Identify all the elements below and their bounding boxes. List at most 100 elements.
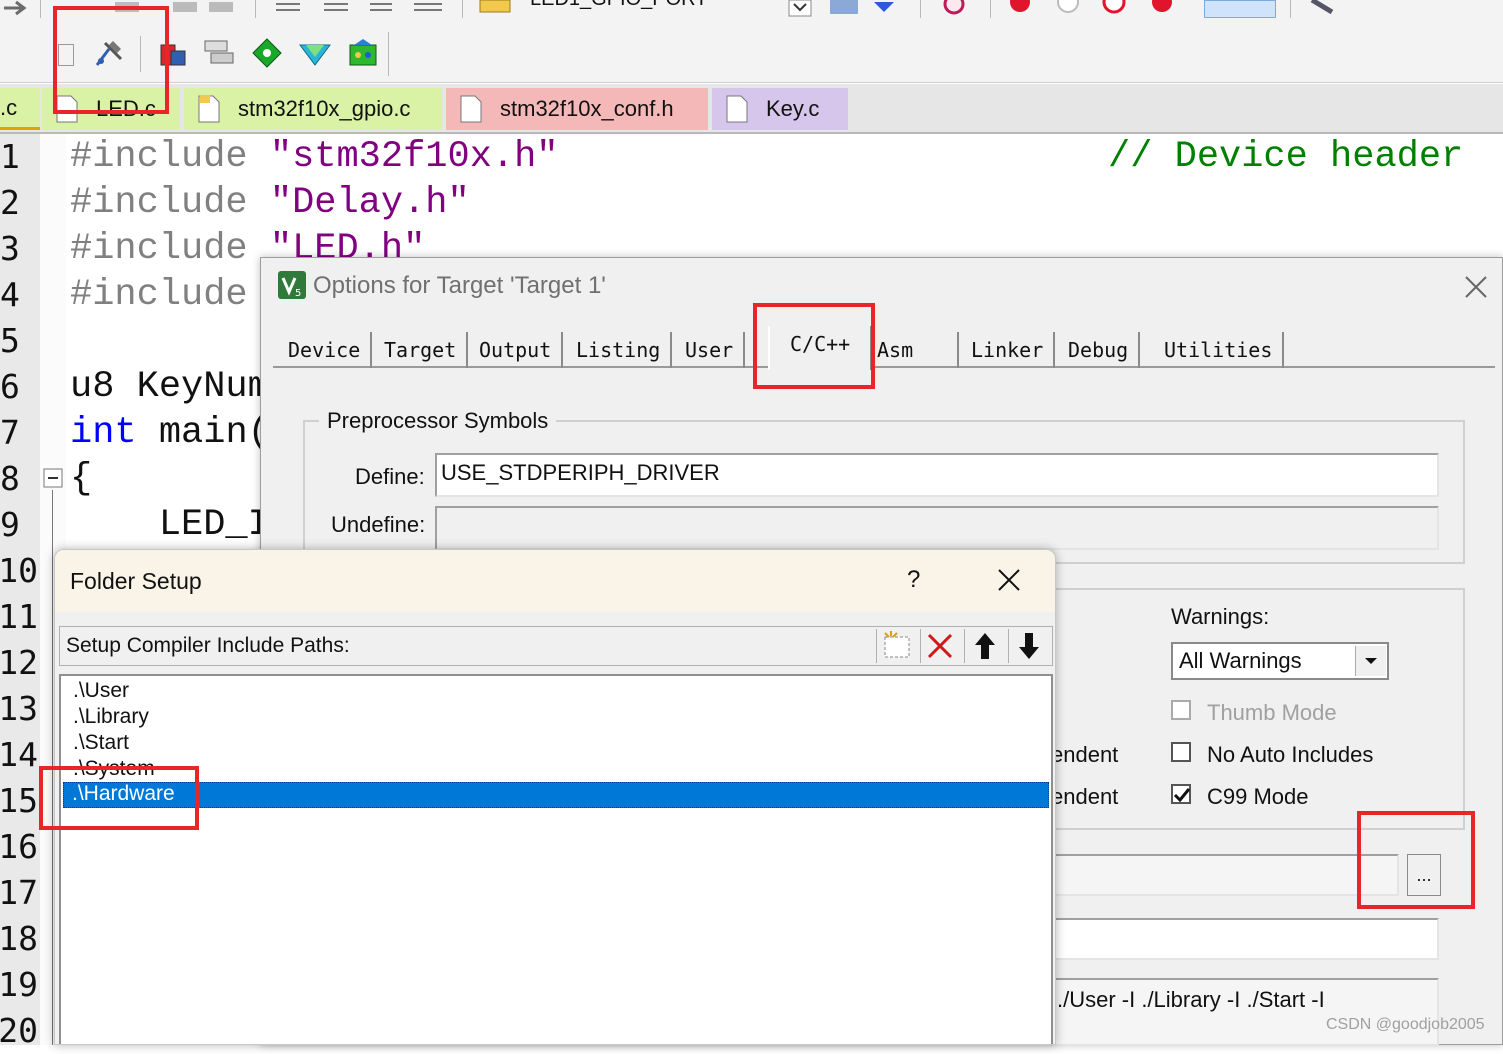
line-number: 11 bbox=[0, 597, 38, 636]
line-number: 9 bbox=[0, 505, 20, 544]
thumb-mode-label: Thumb Mode bbox=[1207, 700, 1337, 725]
string-token: "Delay.h" bbox=[269, 182, 470, 224]
c99-mode-checkbox[interactable] bbox=[1171, 784, 1191, 804]
preprocessor-token: #include bbox=[70, 136, 248, 178]
file-tab-stm32f10x-gpio-c[interactable]: stm32f10x_gpio.c bbox=[184, 88, 442, 130]
warnings-select[interactable]: All Warnings bbox=[1171, 642, 1389, 680]
misc-controls-input[interactable] bbox=[1051, 918, 1439, 960]
pack-installer-icon[interactable] bbox=[346, 36, 380, 70]
find-icons[interactable] bbox=[830, 0, 900, 16]
folder-setup-titlebar: Folder Setup ? bbox=[55, 550, 1055, 612]
zoom-icon[interactable] bbox=[940, 0, 972, 16]
include-paths-input[interactable] bbox=[1051, 854, 1399, 896]
list-item[interactable]: .\Library bbox=[73, 704, 149, 730]
line-number: 20 bbox=[0, 1011, 38, 1050]
move-up-button[interactable] bbox=[964, 629, 1005, 663]
file-tab-label: stm32f10x_gpio.c bbox=[238, 96, 411, 121]
code-line[interactable]: #include "stm32f10x.h" bbox=[70, 134, 559, 180]
tab-linker[interactable]: Linker bbox=[961, 332, 1056, 368]
close-icon[interactable] bbox=[997, 568, 1021, 592]
move-down-button[interactable] bbox=[1008, 629, 1049, 663]
line-number: 16 bbox=[0, 827, 38, 866]
window-layout-button[interactable] bbox=[1204, 0, 1276, 18]
tab-listing[interactable]: Listing bbox=[566, 332, 673, 368]
dropdown-button[interactable] bbox=[1355, 646, 1386, 676]
manage-runtime-environment-icon[interactable] bbox=[298, 36, 332, 70]
list-item[interactable]: .\System bbox=[73, 756, 155, 782]
manage-project-items-icon[interactable] bbox=[156, 36, 190, 70]
undefine-input[interactable] bbox=[435, 506, 1439, 550]
bookmark-icons[interactable] bbox=[115, 0, 235, 14]
dialog-title: Options for Target 'Target 1' bbox=[313, 272, 606, 299]
no-auto-includes-checkbox[interactable] bbox=[1171, 742, 1191, 762]
manage-components-icon[interactable] bbox=[202, 36, 236, 70]
preprocessor-token: #include bbox=[70, 182, 248, 224]
preprocessor-token: #include bbox=[70, 228, 248, 270]
tab-output[interactable]: Output bbox=[469, 332, 564, 368]
code-line[interactable]: u8 KeyNum; bbox=[70, 364, 292, 410]
list-item-selected[interactable]: .\Hardware bbox=[63, 782, 1049, 808]
tab-c-cpp[interactable]: C/C++ bbox=[768, 326, 873, 370]
file-tab-stm32f10x-conf-h[interactable]: stm32f10x_conf.h bbox=[446, 88, 708, 130]
find-text-combo[interactable]: LED1_GPIO_PORT bbox=[530, 0, 707, 11]
select-packs-icon[interactable] bbox=[250, 36, 284, 70]
list-item[interactable]: .\User bbox=[73, 678, 129, 704]
file-document-icon bbox=[198, 95, 220, 123]
warnings-select-value: All Warnings bbox=[1179, 648, 1302, 673]
include-paths-label: Setup Compiler Include Paths: bbox=[66, 634, 350, 657]
code-line[interactable]: { bbox=[70, 456, 92, 502]
file-tab-led-c[interactable]: LED.c bbox=[42, 88, 180, 130]
file-tab-partial[interactable]: .c bbox=[0, 88, 40, 130]
line-number: 2 bbox=[0, 183, 20, 222]
indent-icons[interactable] bbox=[272, 0, 452, 14]
line-number: 17 bbox=[0, 873, 38, 912]
dialog-title: Folder Setup bbox=[70, 568, 202, 594]
tab-debug[interactable]: Debug bbox=[1058, 332, 1141, 368]
tab-target[interactable]: Target bbox=[374, 332, 469, 368]
line-number: 13 bbox=[0, 689, 38, 728]
tab-user[interactable]: User bbox=[675, 332, 746, 368]
new-folder-button[interactable] bbox=[876, 629, 917, 663]
tab-utilities[interactable]: Utilities bbox=[1154, 332, 1285, 368]
file-document-icon bbox=[726, 95, 748, 123]
dropdown-icon[interactable] bbox=[788, 0, 812, 18]
warnings-label: Warnings: bbox=[1171, 604, 1270, 629]
folder-icon[interactable] bbox=[478, 0, 514, 14]
toolbar-grip bbox=[58, 44, 74, 66]
options-for-target-icon[interactable] bbox=[92, 36, 126, 70]
line-number: 3 bbox=[0, 229, 20, 268]
code-line[interactable]: #include bbox=[70, 272, 248, 318]
option-label-partial: endent bbox=[1051, 742, 1119, 767]
wrench-icon[interactable] bbox=[1308, 0, 1338, 14]
line-number: 5 bbox=[0, 321, 20, 360]
list-item[interactable]: .\Start bbox=[73, 730, 129, 756]
checkmark-icon bbox=[1173, 788, 1191, 803]
svg-text:5: 5 bbox=[295, 288, 301, 299]
line-number: 6 bbox=[0, 367, 20, 406]
debug-breakpoint-icons[interactable] bbox=[1006, 0, 1186, 16]
arrow-right-icon[interactable] bbox=[2, 0, 30, 18]
help-button[interactable]: ? bbox=[907, 566, 920, 594]
browse-include-paths-button[interactable]: ... bbox=[1407, 854, 1441, 896]
file-tab-key-c[interactable]: Key.c bbox=[712, 88, 848, 130]
comment-token: // Device header bbox=[1108, 136, 1464, 178]
code-line[interactable]: #include "Delay.h" bbox=[70, 180, 470, 226]
folder-setup-dialog: Folder Setup ? Setup Compiler Include Pa… bbox=[54, 549, 1056, 1045]
no-auto-includes-label: No Auto Includes bbox=[1207, 742, 1374, 767]
tab-device[interactable]: Device bbox=[278, 332, 373, 368]
fold-collapse-icon[interactable] bbox=[43, 468, 63, 488]
file-document-icon bbox=[56, 95, 78, 123]
compiler-control-string[interactable]: ./User -I ./Library -I ./Start -I bbox=[1051, 978, 1439, 1046]
line-number: 10 bbox=[0, 551, 38, 590]
delete-button[interactable] bbox=[920, 629, 961, 663]
group-label: Preprocessor Symbols bbox=[319, 408, 557, 434]
include-paths-header: Setup Compiler Include Paths: bbox=[59, 626, 1053, 666]
thumb-mode-checkbox[interactable] bbox=[1171, 700, 1191, 720]
include-paths-list[interactable]: .\User .\Library .\Start .\System .\Hard… bbox=[59, 674, 1053, 1044]
define-input[interactable]: USE_STDPERIPH_DRIVER bbox=[435, 453, 1439, 497]
tab-asm[interactable]: Asm bbox=[867, 332, 959, 368]
arrow-down-icon bbox=[1019, 633, 1039, 659]
build-toolbar bbox=[0, 26, 1503, 83]
close-icon[interactable] bbox=[1463, 274, 1489, 300]
new-folder-icon bbox=[884, 631, 910, 658]
